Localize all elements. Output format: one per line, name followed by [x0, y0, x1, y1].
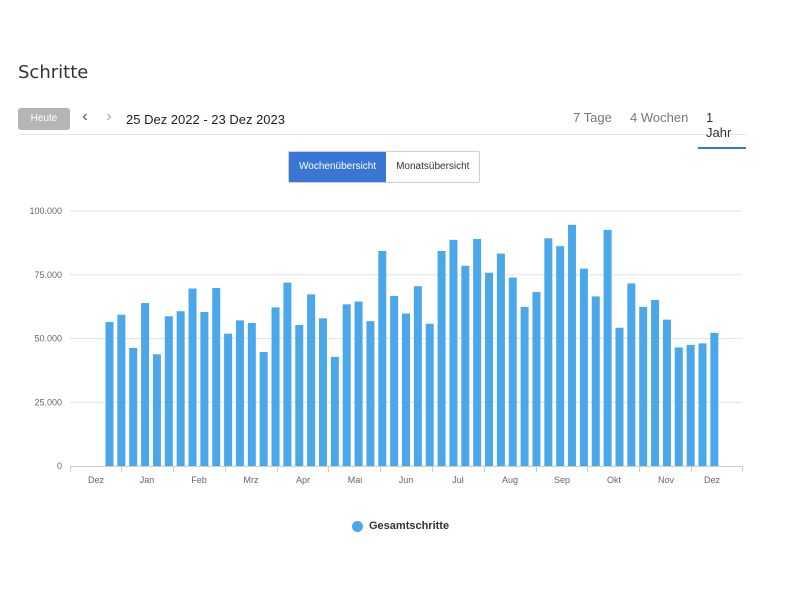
bar[interactable]	[425, 323, 434, 466]
bar[interactable]	[141, 303, 150, 466]
bar[interactable]	[461, 265, 470, 466]
bar[interactable]	[662, 319, 671, 466]
bar[interactable]	[378, 251, 387, 466]
bar[interactable]	[224, 333, 233, 466]
y-axis-ticks: 0 25.000 50.000 75.000 100.000	[29, 206, 62, 471]
bar[interactable]	[212, 288, 221, 466]
x-tick-label: Dez	[88, 475, 105, 485]
view-toggle: Wochenübersicht Monatsübersicht	[288, 151, 481, 183]
bar[interactable]	[686, 344, 695, 467]
bar[interactable]	[568, 224, 577, 466]
chevron-left-icon[interactable]: ‹	[78, 108, 92, 128]
chevron-right-icon[interactable]: ›	[102, 108, 116, 128]
bar[interactable]	[579, 268, 588, 466]
bar[interactable]	[496, 253, 505, 466]
y-tick-label: 25.000	[34, 397, 62, 407]
bar[interactable]	[390, 295, 399, 466]
bar[interactable]	[307, 294, 316, 466]
bar[interactable]	[627, 283, 636, 466]
steps-bar-chart: 0 25.000 50.000 75.000 100.000 Dez Jan Feb Mrz A…	[29, 206, 743, 485]
bar[interactable]	[485, 272, 494, 466]
x-tick-label: Mai	[348, 475, 363, 485]
x-axis: Dez Jan Feb Mrz Apr Mai Jun Jul Aug Sep Okt Nov Dez	[70, 466, 743, 485]
bar[interactable]	[129, 347, 138, 466]
bar[interactable]	[117, 314, 126, 466]
date-range-label: 25 Dez 2022 - 23 Dez 2023	[126, 112, 285, 127]
bar[interactable]	[259, 352, 268, 466]
bar[interactable]	[105, 321, 114, 466]
date-toolbar: Heute ‹ › 25 Dez 2022 - 23 Dez 2023 7 Ta…	[18, 106, 746, 149]
x-tick-label: Dez	[704, 475, 721, 485]
legend-label: Gesamtschritte	[369, 520, 450, 532]
bar[interactable]	[188, 288, 197, 466]
monthly-overview-button[interactable]: Monatsübersicht	[386, 152, 480, 182]
bar[interactable]	[402, 313, 410, 466]
bar[interactable]	[247, 322, 256, 466]
bar[interactable]	[295, 324, 304, 466]
bar[interactable]	[318, 318, 327, 466]
x-tick-label: Okt	[607, 475, 622, 485]
steps-page: Schritte Heute ‹ › 25 Dez 2022 - 23 Dez …	[0, 0, 800, 600]
page-title: Schritte	[18, 62, 89, 83]
bar[interactable]	[366, 321, 375, 466]
tab-1-year[interactable]: 1 Jahr	[698, 110, 746, 149]
bar[interactable]	[710, 332, 719, 466]
legend-dot-icon	[352, 520, 363, 532]
bar[interactable]	[200, 311, 209, 466]
bar[interactable]	[283, 282, 292, 466]
y-tick-label: 0	[57, 461, 62, 471]
bar[interactable]	[164, 316, 173, 466]
tab-4-weeks[interactable]: 4 Wochen	[630, 110, 688, 132]
bar[interactable]	[520, 306, 529, 466]
bar[interactable]	[152, 354, 161, 466]
x-tick-label: Sep	[554, 475, 570, 485]
y-tick-label: 75.000	[34, 270, 62, 280]
bar[interactable]	[176, 311, 185, 466]
bar[interactable]	[639, 306, 648, 466]
bar[interactable]	[449, 239, 458, 466]
x-tick-label: Apr	[296, 475, 310, 485]
y-tick-label: 50.000	[34, 334, 62, 344]
x-tick-label: Aug	[502, 475, 518, 485]
bar[interactable]	[532, 292, 541, 466]
bar[interactable]	[413, 286, 422, 466]
x-tick-label: Jan	[140, 475, 155, 485]
bar[interactable]	[354, 301, 363, 466]
bar[interactable]	[271, 307, 280, 466]
bar[interactable]	[556, 246, 565, 466]
x-tick-label: Nov	[658, 475, 675, 485]
today-button[interactable]: Heute	[18, 108, 70, 130]
bar[interactable]	[615, 327, 624, 466]
bar[interactable]	[698, 343, 707, 466]
bar[interactable]	[437, 251, 446, 466]
bar[interactable]	[330, 356, 339, 466]
x-tick-label: Jul	[452, 475, 464, 485]
x-tick-label: Feb	[191, 475, 207, 485]
bar[interactable]	[544, 238, 553, 466]
y-tick-label: 100.000	[29, 206, 62, 216]
chart-bars	[105, 224, 719, 467]
bar[interactable]	[651, 300, 660, 466]
bar[interactable]	[603, 229, 612, 466]
bar[interactable]	[342, 304, 351, 466]
x-tick-label: Mrz	[244, 475, 259, 485]
bar[interactable]	[473, 239, 482, 466]
weekly-overview-button[interactable]: Wochenübersicht	[289, 152, 387, 182]
x-tick-label: Jun	[399, 475, 414, 485]
bar[interactable]	[674, 347, 683, 466]
bar[interactable]	[591, 296, 600, 466]
chart-legend[interactable]: Gesamtschritte	[352, 519, 449, 533]
bar[interactable]	[508, 277, 517, 466]
bar[interactable]	[235, 320, 244, 466]
tab-7-days[interactable]: 7 Tage	[573, 110, 612, 132]
